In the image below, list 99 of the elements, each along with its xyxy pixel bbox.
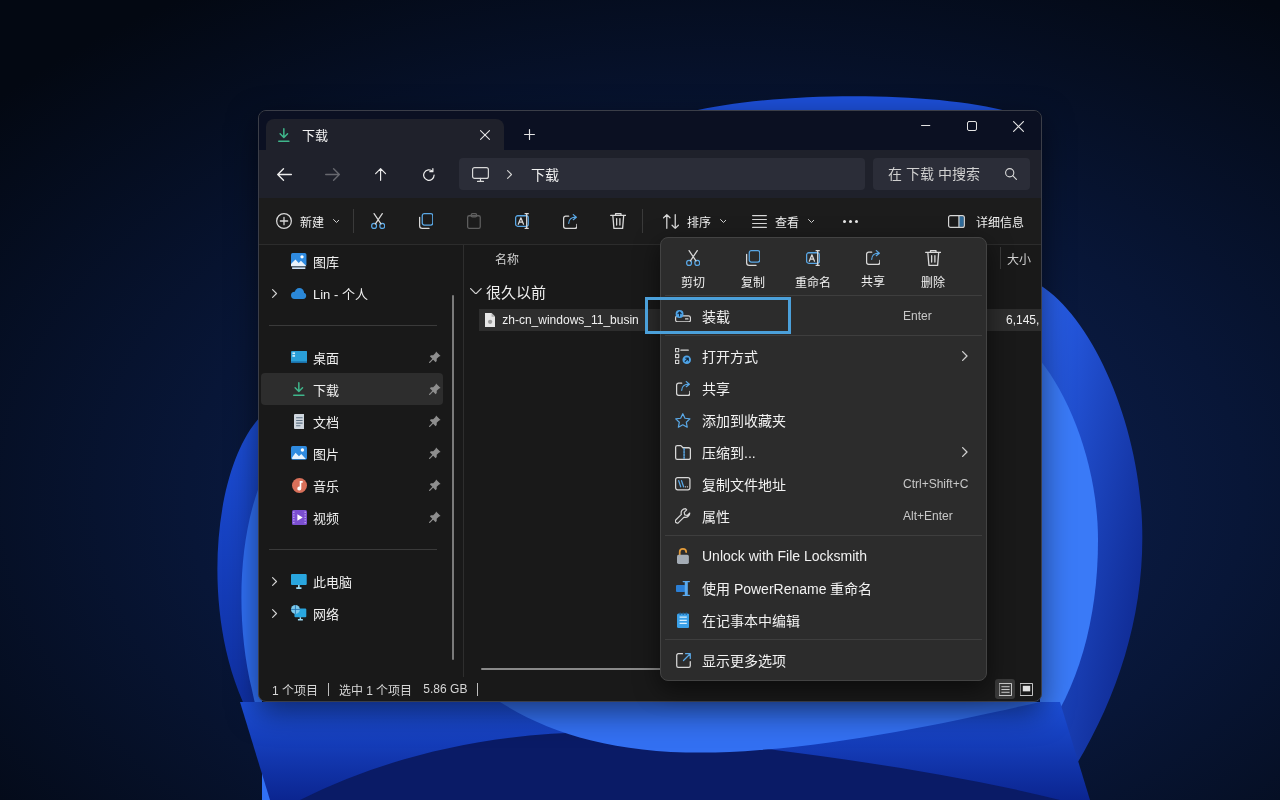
notepad-icon <box>676 612 690 628</box>
menu-item[interactable]: 打开方式 <box>665 340 982 372</box>
path-box-icon <box>675 477 691 491</box>
shortcut-text: Alt+Enter <box>903 509 953 523</box>
details-button[interactable]: 详细信息 <box>940 205 1032 237</box>
picture-icon <box>291 446 307 460</box>
menu-item[interactable]: 压缩到... <box>665 436 982 468</box>
menu-item[interactable]: 装载 Enter <box>665 300 982 332</box>
selection-size: 5.86 GB <box>423 682 468 696</box>
file-name: zh-cn_windows_11_busin <box>502 313 639 327</box>
sort-icon <box>663 213 680 229</box>
search-field[interactable]: 在 下载 中搜索 <box>873 158 1030 190</box>
vertical-scrollbar[interactable] <box>452 295 454 660</box>
scissors-icon <box>685 250 701 266</box>
maximize-icon <box>967 121 977 131</box>
details-view-icon <box>998 682 1012 696</box>
close-icon <box>1012 120 1024 132</box>
file-icon <box>485 313 496 327</box>
globe-monitor-icon <box>291 605 307 621</box>
music-note-icon <box>291 477 307 493</box>
file-size: 6,145, <box>1006 313 1040 327</box>
sidebar-item[interactable]: 此电脑 <box>261 565 443 597</box>
group-header[interactable]: 很久以前 <box>469 280 550 302</box>
download-icon <box>278 127 290 142</box>
copy-button[interactable]: 复制 <box>725 242 781 292</box>
sidebar-item[interactable]: 桌面 <box>261 341 443 373</box>
text-box-icon <box>806 250 820 266</box>
sidebar-item[interactable]: 网络 <box>261 597 443 629</box>
close-icon <box>480 129 490 140</box>
sidebar-item[interactable]: 图片 <box>261 437 443 469</box>
download-icon <box>293 382 305 396</box>
menu-item[interactable]: 属性 Alt+Enter <box>665 500 982 532</box>
new-button[interactable]: 新建 <box>266 205 349 237</box>
copy-icon <box>745 250 761 266</box>
trash-icon <box>924 250 942 266</box>
monitor-icon <box>291 573 307 589</box>
share-icon <box>562 213 578 229</box>
share-icon <box>865 250 881 265</box>
rename-button[interactable]: 重命名 <box>785 242 841 292</box>
menu-item[interactable]: 显示更多选项 <box>665 644 982 676</box>
cut-button[interactable]: 剪切 <box>665 242 721 292</box>
plus-circle-icon <box>276 213 292 229</box>
scissors-icon <box>370 213 386 229</box>
star-icon <box>675 412 691 428</box>
sidebar-item[interactable]: 音乐 <box>261 469 443 501</box>
monitor-icon <box>472 166 489 182</box>
cursor-block-icon <box>676 580 690 596</box>
details-view-button[interactable] <box>995 679 1015 699</box>
search-icon <box>1005 168 1017 180</box>
sidebar-item[interactable]: 文档 <box>261 405 443 437</box>
cloud-icon <box>291 287 307 299</box>
folder-icon <box>675 444 692 460</box>
minimize-icon <box>921 125 931 127</box>
picture-icon <box>291 253 307 269</box>
delete-button[interactable]: 删除 <box>905 242 961 292</box>
shortcut-text: Enter <box>903 309 932 323</box>
refresh-icon <box>423 167 435 181</box>
menu-item[interactable]: Unlock with File Locksmith <box>665 540 982 572</box>
padlock-icon <box>677 548 689 564</box>
text-box-icon <box>515 213 529 229</box>
desktop-icon <box>290 351 308 363</box>
menu-item[interactable]: 复制文件地址 Ctrl+Shift+C <box>665 468 982 500</box>
copy-icon <box>418 213 434 229</box>
more-icon <box>842 219 858 223</box>
drive-icon <box>674 309 692 323</box>
sort-button[interactable]: 排序 <box>653 205 737 237</box>
plus-icon <box>523 128 535 140</box>
menu-item[interactable]: 共享 <box>665 372 982 404</box>
column-header[interactable]: 大小 <box>1001 245 1041 271</box>
side-panel-icon <box>948 214 965 228</box>
app-list-icon <box>675 348 691 364</box>
tab[interactable]: 下载 <box>266 119 504 150</box>
wrench-icon <box>675 508 691 524</box>
trash-icon <box>609 213 627 229</box>
share-icon <box>675 380 691 396</box>
chevron-right-icon <box>506 169 513 179</box>
address-field[interactable]: 下载 <box>459 158 865 190</box>
film-icon <box>291 509 307 525</box>
selection-count: 选中 1 个项目 <box>339 682 413 698</box>
share-button[interactable]: 共享 <box>845 242 901 292</box>
expand-icon <box>675 652 691 668</box>
up-arrow-icon <box>375 167 387 181</box>
forward-arrow-icon <box>325 167 341 181</box>
list-icon <box>752 214 767 228</box>
sidebar-item[interactable]: 图库 <box>261 245 443 277</box>
clipboard-icon <box>467 213 481 229</box>
menu-item[interactable]: 使用 PowerRename 重命名 <box>665 572 982 604</box>
shortcut-text: Ctrl+Shift+C <box>903 477 969 491</box>
sidebar-item[interactable]: 视频 <box>261 501 443 533</box>
sidebar-item[interactable]: Lin - 个人 <box>261 277 443 309</box>
tiles-view-icon <box>1019 682 1033 696</box>
item-count: 1 个项目 <box>272 682 318 698</box>
breadcrumb[interactable]: 下载 <box>531 164 560 184</box>
menu-item[interactable]: 在记事本中编辑 <box>665 604 982 636</box>
sidebar-item[interactable]: 下载 <box>261 373 443 405</box>
menu-item[interactable]: 添加到收藏夹 <box>665 404 982 436</box>
document-icon <box>293 413 305 429</box>
view-button[interactable]: 查看 <box>742 205 824 237</box>
back-arrow-icon <box>277 167 293 181</box>
